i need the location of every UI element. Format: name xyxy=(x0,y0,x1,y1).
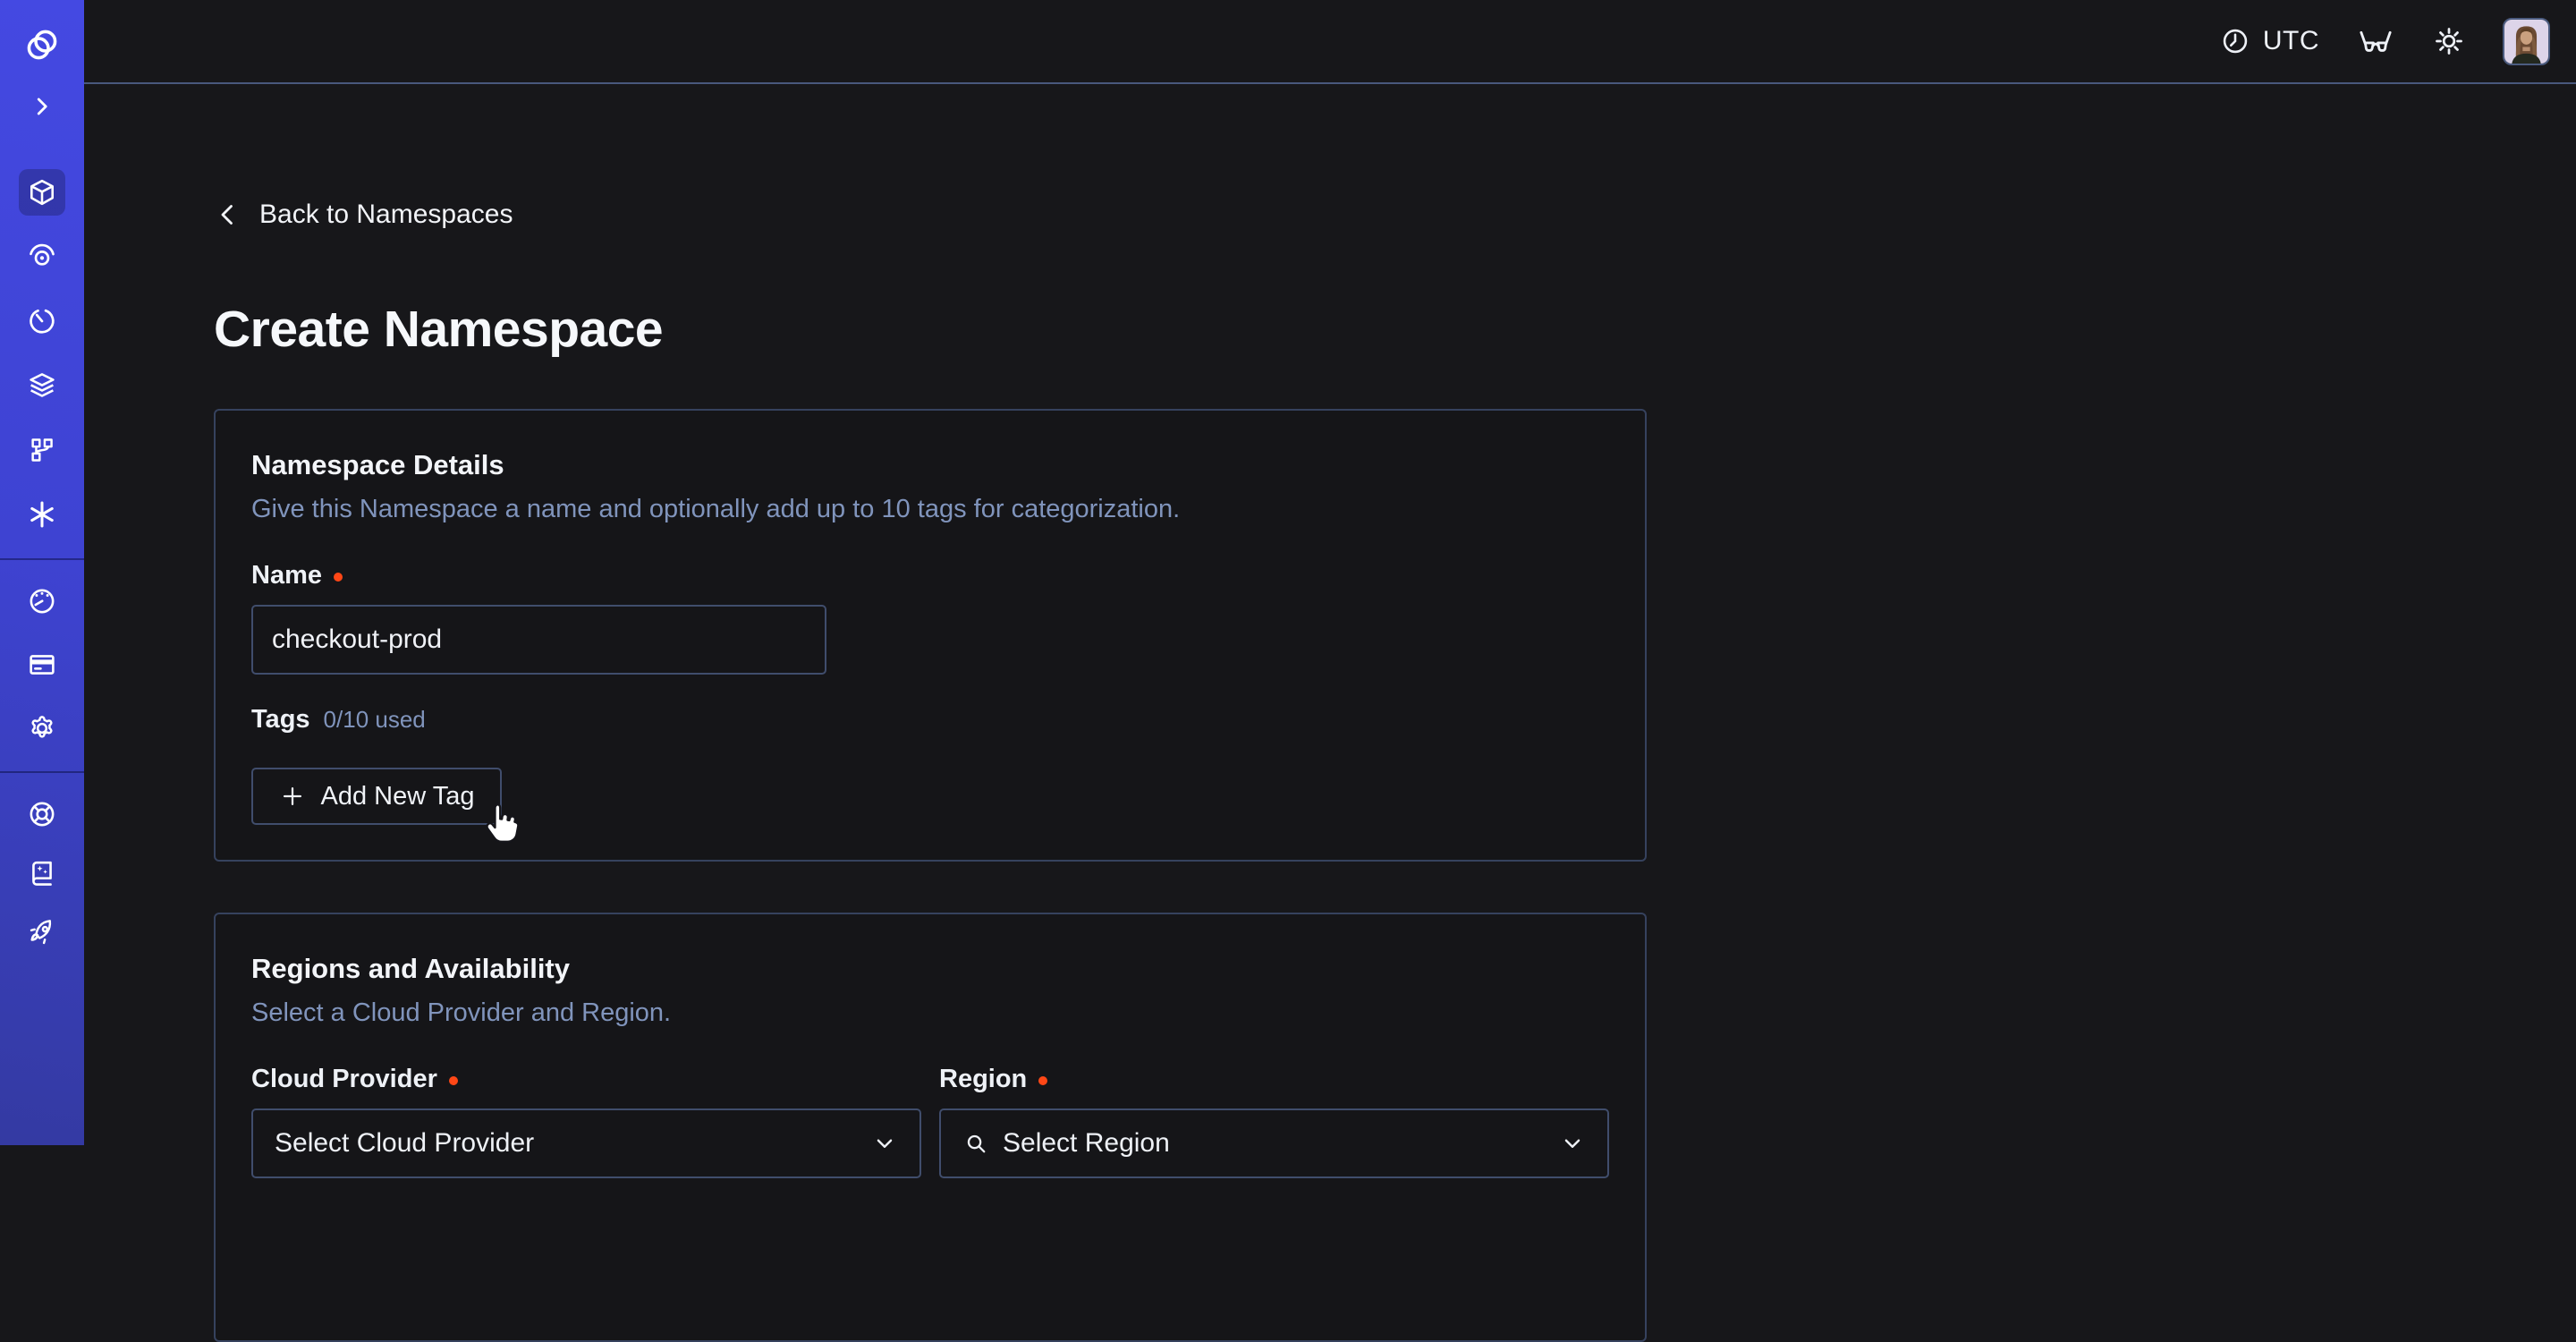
sidebar-nav-help xyxy=(19,791,65,956)
sidebar-divider xyxy=(0,771,84,773)
theme-toggle-button[interactable] xyxy=(2432,24,2466,58)
cube-icon xyxy=(26,176,58,208)
sidebar xyxy=(0,0,84,1145)
layers-icon xyxy=(26,369,58,402)
region-select-value: Select Region xyxy=(1003,1128,1170,1159)
regions-heading: Regions and Availability xyxy=(251,952,1609,986)
chevron-down-icon xyxy=(1559,1130,1586,1157)
search-icon xyxy=(962,1130,990,1158)
clock-icon xyxy=(2219,25,2251,57)
tags-usage-count: 0/10 used xyxy=(324,706,426,734)
glasses-icon xyxy=(2356,24,2395,58)
back-link-label: Back to Namespaces xyxy=(259,200,513,230)
timezone-selector[interactable]: UTC xyxy=(2219,25,2319,57)
gear-icon xyxy=(26,712,58,744)
user-avatar[interactable] xyxy=(2503,18,2550,65)
name-field-label: Name xyxy=(251,561,322,590)
add-new-tag-button[interactable]: Add New Tag xyxy=(251,768,502,825)
lifebuoy-icon xyxy=(26,798,58,830)
regions-availability-card: Regions and Availability Select a Cloud … xyxy=(214,913,1647,1342)
asterisk-icon xyxy=(26,498,58,531)
chevron-left-icon xyxy=(214,200,242,229)
namespace-details-heading: Namespace Details xyxy=(251,448,1609,482)
sidebar-expand-button[interactable] xyxy=(19,83,65,130)
main-content: Back to Namespaces Create Namespace Name… xyxy=(84,86,2576,1145)
sun-icon xyxy=(2432,24,2466,58)
regions-description: Select a Cloud Provider and Region. xyxy=(251,998,1609,1028)
sidebar-item-billing[interactable] xyxy=(19,641,65,688)
sidebar-item-schedules[interactable] xyxy=(19,298,65,344)
sidebar-item-get-started[interactable] xyxy=(19,909,65,956)
plus-icon xyxy=(279,783,306,810)
labs-toggle-button[interactable] xyxy=(2356,24,2395,58)
sidebar-item-support[interactable] xyxy=(19,791,65,837)
temporal-logo-icon[interactable] xyxy=(19,21,65,68)
sidebar-nav-primary xyxy=(19,169,65,538)
cloud-provider-select-value: Select Cloud Provider xyxy=(275,1128,534,1159)
rocket-icon xyxy=(26,916,58,948)
namespace-details-card: Namespace Details Give this Namespace a … xyxy=(214,409,1647,862)
spiral-icon xyxy=(26,241,58,273)
namespace-name-input[interactable] xyxy=(251,605,826,675)
credit-card-icon xyxy=(26,649,58,681)
sidebar-item-docs[interactable] xyxy=(19,850,65,896)
gauge-icon xyxy=(26,585,58,617)
chevron-down-icon xyxy=(871,1130,898,1157)
region-select[interactable]: Select Region xyxy=(939,1108,1609,1178)
branch-icon xyxy=(26,434,58,466)
sidebar-divider xyxy=(0,558,84,560)
book-sparkle-icon xyxy=(26,857,58,889)
avatar-image xyxy=(2504,20,2548,64)
add-new-tag-label: Add New Tag xyxy=(321,782,475,811)
namespace-details-description: Give this Namespace a name and optionall… xyxy=(251,494,1609,524)
sidebar-item-deployments[interactable] xyxy=(19,362,65,409)
page-title: Create Namespace xyxy=(214,300,2576,359)
required-indicator xyxy=(334,573,343,582)
sidebar-item-namespaces[interactable] xyxy=(19,169,65,216)
topbar: UTC xyxy=(84,0,2576,84)
required-indicator xyxy=(1038,1076,1047,1085)
cloud-provider-select[interactable]: Select Cloud Provider xyxy=(251,1108,921,1178)
tags-label: Tags xyxy=(251,705,310,735)
sidebar-item-settings[interactable] xyxy=(19,705,65,752)
sidebar-item-workflows[interactable] xyxy=(19,234,65,280)
sidebar-nav-account xyxy=(19,578,65,752)
timer-icon xyxy=(26,305,58,337)
sidebar-item-nexus[interactable] xyxy=(19,491,65,538)
region-label: Region xyxy=(939,1065,1027,1094)
required-indicator xyxy=(449,1076,458,1085)
back-to-namespaces-link[interactable]: Back to Namespaces xyxy=(214,199,513,231)
sidebar-item-usage[interactable] xyxy=(19,578,65,624)
timezone-label: UTC xyxy=(2263,26,2319,56)
chevron-right-icon xyxy=(29,93,55,120)
sidebar-item-batch-operations[interactable] xyxy=(19,427,65,473)
cloud-provider-label: Cloud Provider xyxy=(251,1065,437,1094)
